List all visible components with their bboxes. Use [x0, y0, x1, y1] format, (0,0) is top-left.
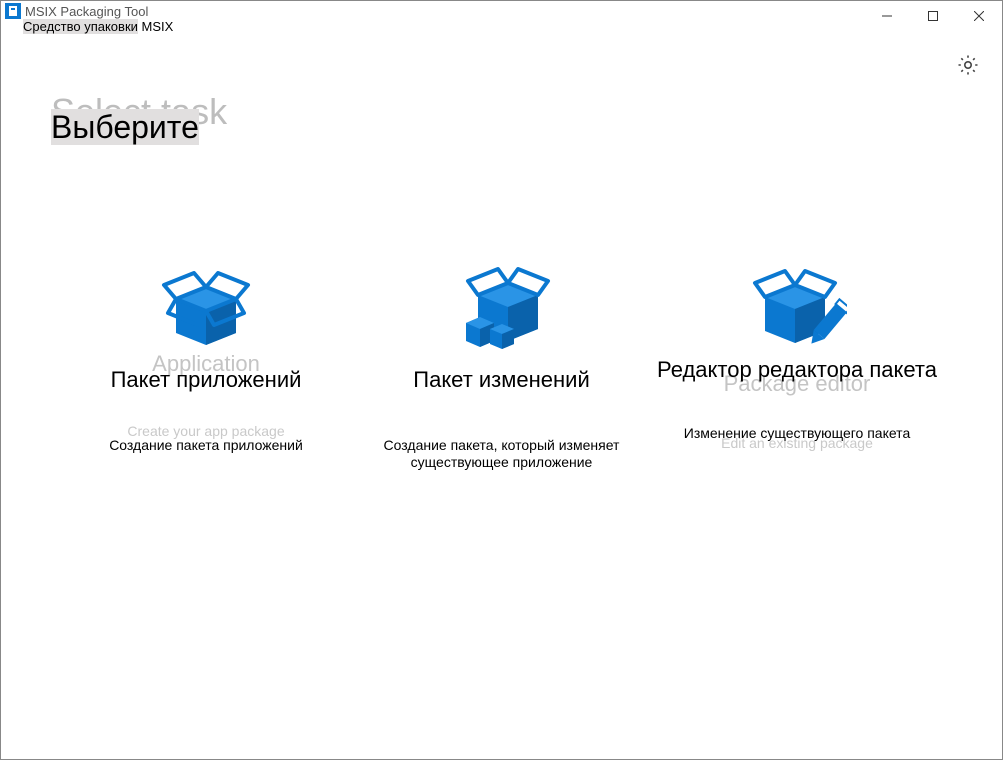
box-edit-icon	[747, 251, 847, 351]
card-title-block: Пакет изменений	[357, 357, 647, 413]
card-application-package[interactable]: Application Пакет приложений Create your…	[61, 251, 351, 465]
page-heading: Select task Выберите	[51, 91, 952, 171]
box-open-icon	[156, 251, 256, 351]
card-title-ru: Пакет изменений	[357, 367, 647, 392]
minimize-button[interactable]	[864, 1, 910, 31]
card-desc-ru: Изменение существующего пакета	[652, 425, 942, 442]
card-title-ru: Пакет приложений	[61, 367, 351, 392]
card-desc-ru: Создание пакета приложений	[61, 437, 351, 454]
title-bar-left: MSIX Packaging Tool	[1, 1, 152, 21]
box-with-packages-icon	[452, 251, 552, 351]
window-title-ru: Средство упаковки MSIX	[23, 19, 173, 34]
card-desc-ru: Создание пакета, который изменяет сущест…	[357, 437, 647, 471]
card-desc-block: Создание пакета, который изменяет сущест…	[357, 431, 647, 465]
maximize-button[interactable]	[910, 1, 956, 31]
close-button[interactable]	[956, 1, 1002, 31]
task-cards-row: Application Пакет приложений Create your…	[51, 251, 952, 465]
heading-ru: Выберите	[51, 109, 199, 146]
card-title-block: Package editor Редактор редактора пакета	[652, 357, 942, 413]
title-bar: MSIX Packaging Tool Средство упаковки MS…	[1, 1, 1002, 31]
card-title-block: Application Пакет приложений	[61, 357, 351, 413]
card-desc-block: Create your app package Создание пакета …	[61, 431, 351, 448]
card-title-ru: Редактор редактора пакета	[652, 357, 942, 382]
card-desc-block: Edit an existing package Изменение сущес…	[652, 431, 942, 448]
window-title-en: MSIX Packaging Tool	[25, 4, 148, 19]
card-modification-package[interactable]: Пакет изменений Создание пакета, который…	[357, 251, 647, 465]
window-controls	[864, 1, 1002, 31]
card-package-editor[interactable]: Package editor Редактор редактора пакета…	[652, 251, 942, 465]
app-icon	[5, 3, 21, 19]
main-content: Select task Выберите	[1, 31, 1002, 465]
